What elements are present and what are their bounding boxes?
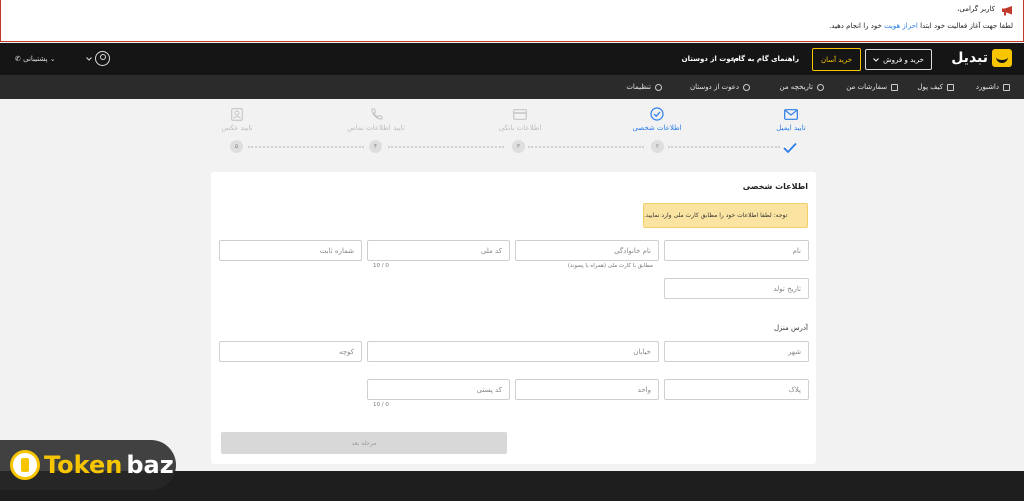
sub-navigation: داشبورد کیف پول سفارشات من تاریخچه من دع… <box>0 75 1024 99</box>
city-input[interactable]: شهر <box>664 341 809 362</box>
step-done-check <box>783 139 797 158</box>
trade-menu-button[interactable]: خرید و فروش <box>865 49 932 70</box>
address-label: آدرس منزل <box>773 324 808 332</box>
subnav-orders[interactable]: سفارشات من <box>846 83 898 91</box>
announcement-message: لطفا جهت آغاز فعالیت خود ابتدا احراز هوی… <box>829 22 1013 30</box>
nav-invite-link[interactable]: دعوت از دوستان <box>682 55 739 63</box>
step-personal-info: اطلاعات شخصی <box>602 107 712 132</box>
step-dot: ۴ <box>369 140 382 153</box>
wallet-icon <box>947 83 954 91</box>
step-connector <box>248 146 364 148</box>
orders-icon <box>891 83 898 91</box>
personal-info-card: اطلاعات شخصی توجه: لطفا اطلاعات خود را م… <box>211 172 816 464</box>
chevron-down-icon <box>873 57 879 62</box>
subnav-dashboard[interactable]: داشبورد <box>976 83 1010 91</box>
first-name-input[interactable]: نام <box>664 240 809 261</box>
easy-buy-button[interactable]: خرید آسان <box>812 48 861 71</box>
id-card-icon <box>231 107 243 121</box>
subnav-invite[interactable]: دعوت از دوستان <box>690 83 750 91</box>
mail-icon <box>784 108 798 120</box>
last-name-hint: مطابق با کارت ملی (همراه با پسوند) <box>567 263 653 269</box>
check-circle-icon <box>650 107 664 121</box>
notice-alert: توجه: لطفا اطلاعات خود را مطابق کارت ملی… <box>643 203 808 228</box>
clock-icon <box>817 83 824 91</box>
plaque-input[interactable]: پلاک <box>664 379 809 400</box>
megaphone-icon <box>1002 6 1012 16</box>
phone-icon <box>370 107 383 120</box>
top-header: تبدیل خرید و فروش خرید آسان راهنمای گام … <box>0 43 1024 75</box>
announcement-title: کاربر گرامی، <box>957 5 995 13</box>
step-dot: ۲ <box>651 140 664 153</box>
support-menu[interactable]: ⌄ پشتیبانی ✆ <box>15 55 56 63</box>
national-code-input[interactable]: کد ملی <box>367 240 510 261</box>
account-menu[interactable] <box>86 51 110 66</box>
step-photo: تایید عکس <box>182 107 292 132</box>
announcement-bar: کاربر گرامی، لطفا جهت آغاز فعالیت خود اب… <box>0 0 1024 42</box>
step-connector <box>528 146 644 148</box>
unit-input[interactable]: واحد <box>515 379 659 400</box>
dashboard-icon <box>1003 83 1010 91</box>
brand-name: تبدیل <box>951 50 988 66</box>
step-dot: ۳ <box>512 140 525 153</box>
brand-logo[interactable]: تبدیل <box>951 49 1012 67</box>
step-connector <box>668 146 780 148</box>
national-code-counter: 10 / 0 <box>373 263 389 269</box>
users-icon <box>743 83 750 91</box>
phone-icon: ✆ <box>15 55 21 63</box>
tokenbaz-logo-icon <box>10 450 40 480</box>
next-step-button[interactable]: مرحله بعد <box>221 432 507 454</box>
landline-input[interactable]: شماره ثابت <box>219 240 362 261</box>
step-contact-info: تایید اطلاعات تماس <box>321 107 431 132</box>
user-icon <box>95 51 110 66</box>
subnav-history[interactable]: تاریخچه من <box>779 83 824 91</box>
gear-icon <box>655 83 662 91</box>
step-bank-info: اطلاعات بانکی <box>465 107 575 132</box>
step-dot: ۵ <box>230 140 243 153</box>
check-icon <box>783 142 797 154</box>
subnav-wallet[interactable]: کیف پول <box>917 83 954 91</box>
postal-code-input[interactable]: کد پستی <box>367 379 510 400</box>
step-email: تایید ایمیل <box>736 107 846 132</box>
last-name-input[interactable]: نام خانوادگی <box>515 240 659 261</box>
birth-date-input[interactable]: تاریخ تولد <box>664 278 809 299</box>
card-title: اطلاعات شخصی <box>742 182 808 191</box>
chevron-down-icon <box>86 56 92 61</box>
logo-icon <box>992 49 1012 67</box>
street-input[interactable]: خیابان <box>367 341 659 362</box>
credit-card-icon <box>513 108 527 120</box>
tokenbaz-watermark: Token baz <box>0 440 176 490</box>
postal-code-counter: 10 / 0 <box>373 402 389 408</box>
step-connector <box>388 146 504 148</box>
verify-identity-link[interactable]: احراز هویت <box>884 22 918 30</box>
subnav-settings[interactable]: تنظیمات <box>626 83 662 91</box>
alley-input[interactable]: کوچه <box>219 341 362 362</box>
nav-guide-link[interactable]: راهنمای گام به گام <box>733 55 799 63</box>
